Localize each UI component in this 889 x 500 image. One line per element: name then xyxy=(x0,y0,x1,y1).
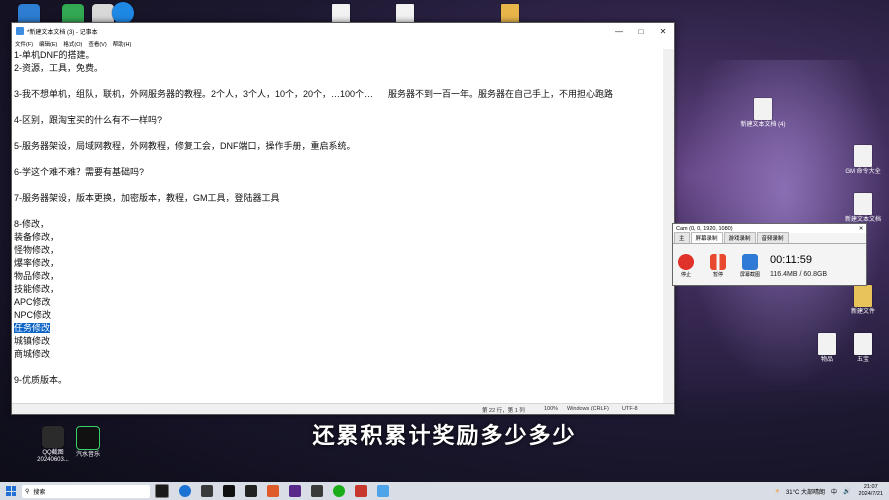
wechat-icon[interactable] xyxy=(333,485,345,497)
clock-time: 21:07 xyxy=(863,484,878,490)
start-button[interactable] xyxy=(6,486,16,496)
menu-file[interactable]: 文件(F) xyxy=(15,40,33,48)
terminal-icon[interactable] xyxy=(201,485,213,497)
ime-indicator[interactable]: 中 xyxy=(831,487,837,496)
maximize-button[interactable]: □ xyxy=(630,27,652,36)
search-placeholder: 搜索 xyxy=(33,489,46,496)
system-tray: ☀ 31°C 大部晴朗 中 🔊 21:07 2024/7/21 xyxy=(769,484,889,498)
desktop-icon-wubao[interactable]: 五宝 xyxy=(838,333,888,364)
editor-line[interactable]: 怪物修改， xyxy=(14,244,662,257)
desktop-icon-text-doc[interactable]: 新建文本文档 xyxy=(838,193,888,224)
notepad-window[interactable]: *新建文本文档 (3) - 记事本 — □ ✕ 文件(F) 编辑(E) 格式(O… xyxy=(11,22,675,415)
text-editor[interactable]: 1-单机DNF的搭建。 2-资源，工具，免费。 3-我不想单机，组队，联机，外网服务… xyxy=(14,49,662,404)
tab-home[interactable]: 主 xyxy=(674,232,690,243)
recorder-tabs: 主 屏幕录制 游戏录制 音频录制 xyxy=(673,232,866,244)
editor-line[interactable] xyxy=(14,153,662,166)
editor-line[interactable]: 商城修改 xyxy=(14,348,662,361)
video-subtitle: 还累积累计奖励多少多少 xyxy=(312,424,577,449)
editor-line[interactable]: 物品修改， xyxy=(14,270,662,283)
selected-text[interactable]: 任务修改 xyxy=(14,323,51,333)
recording-timer: 00:11:59 xyxy=(770,254,813,266)
editor-line[interactable]: 装备修改， xyxy=(14,231,662,244)
menu-format[interactable]: 格式(O) xyxy=(63,40,82,48)
desktop-icon-new-file[interactable]: 新建文件 xyxy=(838,285,888,316)
clock-date: 2024/7/21 xyxy=(858,491,883,497)
music-app-icon[interactable] xyxy=(223,485,235,497)
browser-icon[interactable] xyxy=(267,485,279,497)
editor-line[interactable] xyxy=(14,75,662,88)
recorder-title: Cam (0, 0, 1920, 1080) xyxy=(676,225,733,232)
editor-line[interactable]: 爆率修改， xyxy=(14,257,662,270)
tab-screen-record[interactable]: 屏幕录制 xyxy=(690,232,723,243)
volume-icon[interactable]: 🔊 xyxy=(843,488,850,495)
task-view-icon[interactable] xyxy=(155,484,169,498)
editor-line[interactable] xyxy=(14,361,662,374)
status-bar: 第 22 行，第 1 列 100% Windows (CRLF) UTF-8 xyxy=(12,403,674,414)
app-icon[interactable] xyxy=(311,485,323,497)
menu-help[interactable]: 帮助(H) xyxy=(113,40,132,48)
editor-line[interactable]: 9-优质版本。 xyxy=(14,374,662,387)
editor-line[interactable]: 7-服务器架设，版本更换，加密版本，教程，GM工具，登陆器工具 xyxy=(14,192,662,205)
editor-line[interactable]: 任务修改 xyxy=(14,322,662,335)
recording-file-size: 116.4MB / 60.8GB xyxy=(770,271,828,278)
editor-line[interactable] xyxy=(14,179,662,192)
editor-line[interactable]: 5-服务器架设，局域网教程，外网教程，修复工会，DNF端口，操作手册，重启系统。 xyxy=(14,140,662,153)
editor-line[interactable]: 3-我不想单机，组队，联机，外网服务器的教程。2个人，3个人，10个，20个，…… xyxy=(14,88,662,101)
office-icon[interactable] xyxy=(355,485,367,497)
tab-game-record[interactable]: 游戏录制 xyxy=(723,232,756,243)
menu-bar: 文件(F) 编辑(E) 格式(O) 查看(V) 帮助(H) xyxy=(12,39,674,49)
editor-line[interactable]: 技能修改， xyxy=(14,283,662,296)
editor-line[interactable] xyxy=(14,205,662,218)
notepad-app-icon xyxy=(16,27,24,35)
editor-line[interactable]: NPC修改 xyxy=(14,309,662,322)
editor-line[interactable]: 1-单机DNF的搭建。 xyxy=(14,49,662,62)
taskbar-search-box[interactable]: ⚲ 搜索 xyxy=(22,484,150,498)
editor-line[interactable]: 4-区别，跟淘宝买的什么有不一样吗? xyxy=(14,114,662,127)
stop-button[interactable]: 停止 xyxy=(673,254,699,278)
menu-view[interactable]: 查看(V) xyxy=(88,40,106,48)
weather-text[interactable]: 31°C 大部晴朗 xyxy=(786,487,825,496)
search-icon: ⚲ xyxy=(25,488,30,495)
editor-line[interactable]: 6-学这个难不难？需要有基础吗? xyxy=(14,166,662,179)
editor-line[interactable] xyxy=(14,127,662,140)
status-encoding: UTF-8 xyxy=(622,406,638,412)
notepad-taskbar-icon[interactable] xyxy=(377,485,389,497)
minimize-button[interactable]: — xyxy=(608,27,630,36)
close-button[interactable]: ✕ xyxy=(652,27,674,36)
clock[interactable]: 21:07 2024/7/21 xyxy=(859,484,883,498)
editor-line[interactable]: APC修改 xyxy=(14,296,662,309)
pause-button[interactable]: 暂停 xyxy=(705,254,731,278)
menu-edit[interactable]: 编辑(E) xyxy=(39,40,57,48)
desktop-icon-gm-commands[interactable]: GM 命令大全 xyxy=(838,145,888,176)
editor-line[interactable]: 2-资源，工具，免费。 xyxy=(14,62,662,75)
media-app-icon[interactable] xyxy=(289,485,301,497)
editor-line[interactable]: 城镇修改 xyxy=(14,335,662,348)
desktop-icon-text-doc-4[interactable]: 新建文本文档 (4) xyxy=(738,98,788,129)
monitor-icon xyxy=(742,254,758,270)
window-title: *新建文本文档 (3) - 记事本 xyxy=(27,29,98,36)
stop-icon xyxy=(678,254,694,270)
editor-line[interactable]: 8-修改， xyxy=(14,218,662,231)
status-eol: Windows (CRLF) xyxy=(567,406,609,412)
pause-icon xyxy=(710,254,726,270)
edge-icon[interactable] xyxy=(179,485,191,497)
screenshot-button[interactable]: 屏幕截图 xyxy=(737,254,763,278)
status-zoom: 100% xyxy=(544,406,559,412)
recorder-close-button[interactable]: ✕ xyxy=(856,226,866,232)
screen-recorder-window[interactable]: Cam (0, 0, 1920, 1080) ✕ 主 屏幕录制 游戏录制 音频录… xyxy=(672,223,867,286)
weather-icon: ☀ xyxy=(774,488,780,495)
capcut-icon[interactable] xyxy=(245,485,257,497)
editor-line[interactable] xyxy=(14,101,662,114)
notepad-titlebar[interactable]: *新建文本文档 (3) - 记事本 — □ ✕ xyxy=(12,23,674,39)
tab-audio-record[interactable]: 音频录制 xyxy=(756,232,789,243)
status-position: 第 22 行，第 1 列 xyxy=(482,408,525,414)
taskbar: ⚲ 搜索 ☀ 31°C 大部晴朗 中 🔊 21:07 2024/7/21 xyxy=(0,482,889,500)
